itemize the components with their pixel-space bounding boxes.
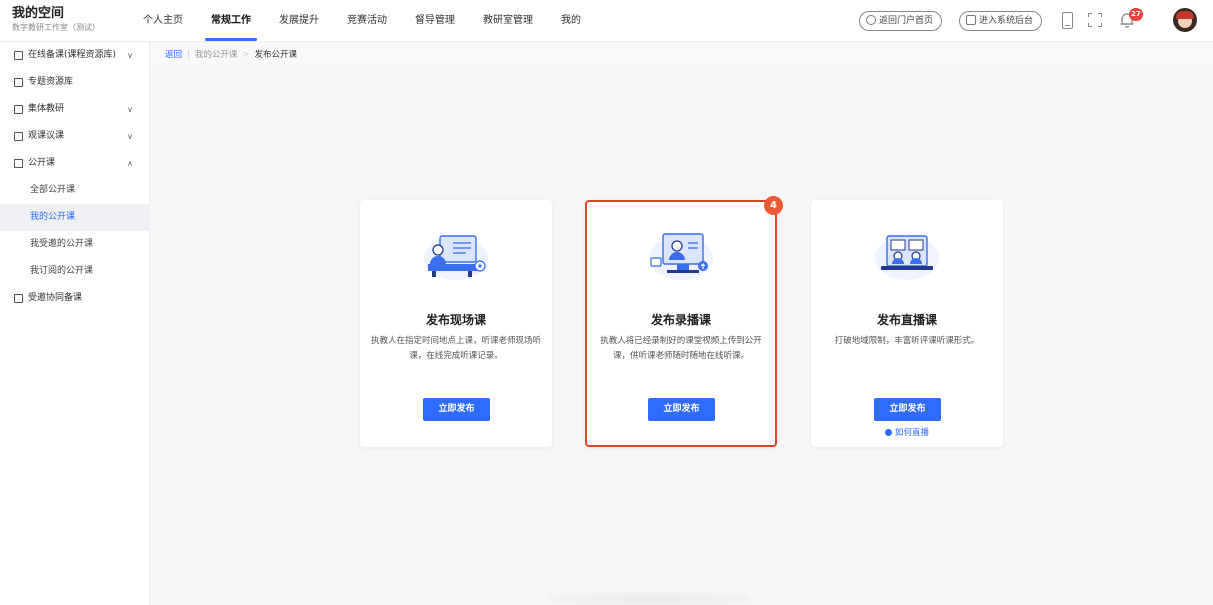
card-description: 打破地域限制，丰富听评课听课形式。: [834, 336, 980, 346]
top-header: 我的空间 数字教研工作室（测试） 个人主页 常规工作 发展提升 竞赛活动 督导管…: [0, 0, 1213, 42]
nav-development[interactable]: 发展提升: [279, 0, 319, 42]
avatar[interactable]: [1173, 8, 1197, 32]
how-to-live-label: 如何直播: [894, 428, 929, 438]
card-live-class: 发布直播课 打破地域限制，丰富听评课听课形式。 立即发布 如何直播: [811, 200, 1003, 447]
sidebar-item-group-research[interactable]: 集体教研 ∨: [0, 96, 149, 123]
brand[interactable]: 我的空间 数字教研工作室（测试）: [12, 6, 100, 34]
sidebar-subitem-my-open-classes[interactable]: 我的公开课: [0, 204, 149, 231]
card-description: 执教人将已经录制好的课堂视频上传到公开课，供听课老师随时随地在线听课。: [600, 336, 762, 361]
sidebar-item-online-prep[interactable]: 在线备课(课程资源库) ∨: [0, 42, 149, 69]
sidebar-item-invited-collab-prep[interactable]: 受邀协同备课: [0, 285, 149, 312]
archive-icon: [14, 78, 23, 87]
portal-home-button[interactable]: 返回门户首页: [859, 11, 943, 31]
fullscreen-icon[interactable]: [1088, 13, 1102, 27]
how-to-live-link[interactable]: 如何直播: [811, 426, 1003, 438]
onsite-class-illustration: [424, 235, 488, 280]
compass-icon: [866, 15, 876, 25]
nav-research-office[interactable]: 教研室管理: [483, 0, 533, 42]
brand-subtitle: 数字教研工作室（测试）: [12, 23, 100, 32]
scroll-shadow: [550, 592, 750, 605]
breadcrumb-parent[interactable]: 我的公开课: [195, 50, 238, 60]
chevron-down-icon: ∨: [127, 51, 133, 60]
nav-competition[interactable]: 竞赛活动: [347, 0, 387, 42]
recorded-class-illustration: [649, 233, 713, 280]
group-icon: [14, 294, 23, 303]
nav-mine[interactable]: 我的: [561, 0, 581, 42]
chevron-down-icon: ∨: [127, 105, 133, 114]
portal-home-label: 返回门户首页: [879, 16, 934, 26]
card-onsite-class: 发布现场课 执教人在指定时间地点上课，听课老师现场听课，在线完成听课记录。 立即…: [360, 200, 552, 447]
document-icon: [14, 51, 23, 60]
breadcrumb-bar: [151, 42, 1213, 70]
step-badge: 4: [764, 196, 783, 215]
video-icon: [14, 159, 23, 168]
card-title: 发布直播课: [876, 313, 937, 327]
publish-live-button[interactable]: 立即发布: [874, 398, 941, 421]
breadcrumb-back-link[interactable]: 返回: [165, 50, 182, 60]
live-class-illustration: [875, 235, 939, 280]
help-icon: [884, 429, 892, 436]
sidebar-item-topic-resources[interactable]: 专题资源库: [0, 69, 149, 96]
sidebar-item-open-class[interactable]: 公开课 ∧: [0, 150, 149, 177]
chevron-down-icon: ∨: [127, 132, 133, 141]
sidebar-item-class-observation[interactable]: 观课议课 ∨: [0, 123, 149, 150]
nav-personal-home[interactable]: 个人主页: [143, 0, 183, 42]
book-icon: [14, 105, 23, 114]
notification-badge: 27: [1129, 8, 1143, 21]
card-recorded-class: 发布录播课 执教人将已经录制好的课堂视频上传到公开课，供听课老师随时随地在线听课…: [585, 200, 777, 447]
sidebar-subitem-all-open-classes[interactable]: 全部公开课: [0, 177, 149, 204]
sidebar-item-label: 在线备课(课程资源库): [28, 50, 117, 60]
breadcrumb: 返回 | 我的公开课 > 发布公开课: [165, 50, 298, 60]
sidebar-subitem-subscribed-open-classes[interactable]: 我订阅的公开课: [0, 258, 149, 285]
card-title: 发布录播课: [650, 313, 711, 327]
sidebar-subitem-invited-open-classes[interactable]: 我受邀的公开课: [0, 231, 149, 258]
admin-backend-label: 进入系统后台: [979, 16, 1034, 26]
card-title: 发布现场课: [425, 313, 486, 327]
breadcrumb-current: 发布公开课: [254, 50, 298, 60]
card-description: 执教人在指定时间地点上课，听课老师现场听课，在线完成听课记录。: [370, 336, 541, 361]
main-nav: 个人主页 常规工作 发展提升 竞赛活动 督导管理 教研室管理 我的: [143, 0, 609, 42]
publish-onsite-button[interactable]: 立即发布: [423, 398, 490, 421]
chevron-up-icon: ∧: [127, 159, 133, 168]
mobile-icon[interactable]: [1062, 12, 1073, 29]
nav-supervision[interactable]: 督导管理: [415, 0, 455, 42]
brand-title: 我的空间: [12, 6, 65, 21]
chat-icon: [966, 15, 976, 25]
sidebar-item-label: 受邀协同备课: [28, 293, 83, 303]
admin-backend-button[interactable]: 进入系统后台: [959, 11, 1043, 31]
observation-icon: [14, 132, 23, 141]
sidebar: 在线备课(课程资源库) ∨ 专题资源库 集体教研 ∨ 观课议课 ∨ 公开课 ∧ …: [0, 42, 150, 605]
publish-recorded-button[interactable]: 立即发布: [648, 398, 715, 421]
nav-routine-work[interactable]: 常规工作: [205, 0, 257, 42]
